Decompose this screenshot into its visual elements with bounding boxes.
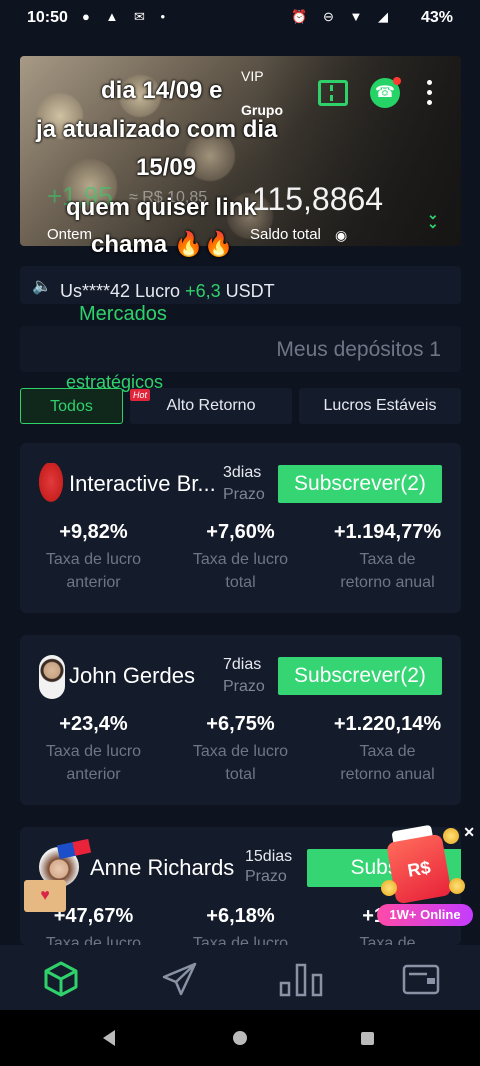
nav-home-cube-icon[interactable] (41, 959, 81, 999)
nav-chart-icon[interactable] (279, 959, 323, 999)
bottom-navigation (0, 945, 480, 1010)
notification-icons: ● ▲ ✉ • (82, 9, 171, 24)
my-deposits-label: Meus depósitos 1 (276, 338, 441, 361)
my-deposits-bar[interactable]: Meus depósitos 1 (20, 326, 461, 372)
nav-send-icon[interactable] (160, 959, 200, 999)
ticker-currency: USDT (225, 281, 275, 301)
stat-annual-return: +1.220,14% Taxa de retorno anual (333, 713, 442, 783)
yesterday-label: Ontem (47, 226, 93, 243)
eye-icon[interactable]: ◉ (335, 227, 347, 244)
ticker-user: Us****42 Lucro (60, 281, 181, 301)
status-bar: 10:50 ● ▲ ✉ • ⏰ ⊖ ▼ ◢ 43% (0, 0, 480, 36)
vip-label: VIP (241, 68, 264, 84)
broker-logo-icon (37, 463, 65, 505)
overlay-caption-line-4: quem quiser link (66, 194, 257, 221)
ticker-amount: +6,3 (185, 281, 221, 301)
battery-level: 43% (420, 9, 453, 26)
close-icon[interactable]: ✕ (463, 824, 475, 841)
total-balance: 115,8864 (252, 181, 384, 217)
double-chevron-down-icon[interactable]: ⌄ ⌄ (427, 207, 439, 230)
ticket-icon[interactable] (318, 80, 348, 106)
coin-icon (443, 828, 459, 844)
promo-ticket-icon: R$ (386, 833, 452, 905)
strategy-days: 15dias (245, 848, 293, 865)
promo-sticker[interactable]: R$ 1W+ Online ✕ (375, 822, 475, 927)
stat-total-profit: +6,18% Taxa de lucro (192, 905, 289, 945)
tab-alto-retorno[interactable]: Alto Retorno (130, 388, 292, 424)
strategy-card[interactable]: Interactive Br... 3dias Prazo Subscrever… (20, 443, 461, 613)
stat-total-profit: +7,60% Taxa de lucro total (192, 521, 289, 591)
profit-ticker: 🔈 Us****42 Lucro +6,3 USDT (20, 266, 461, 304)
subscribe-button[interactable]: Subscrever(2) (278, 657, 442, 695)
recents-icon[interactable] (361, 1032, 374, 1045)
overlay-caption-line-1: dia 14/09 e (101, 77, 223, 104)
stat-annual-return: +1.194,77% Taxa de retorno anual (333, 521, 442, 591)
strategy-prazo: Prazo (223, 486, 265, 503)
android-navigation-bar (0, 1010, 480, 1066)
section-title-mercados: Mercados (79, 303, 167, 325)
whatsapp-icon[interactable]: ☎ (370, 77, 401, 108)
back-icon[interactable] (103, 1030, 115, 1046)
balance-label: Saldo total (250, 226, 321, 243)
system-icons: ⏰ ⊖ ▼ ◢ (291, 9, 394, 24)
coin-icon (449, 878, 465, 894)
more-options-icon[interactable] (424, 80, 434, 108)
strategy-prazo: Prazo (245, 868, 287, 885)
status-time: 10:50 (27, 9, 68, 26)
overlay-caption-line-5: chama 🔥🔥 (91, 231, 234, 258)
strategy-name: Anne Richards (90, 855, 235, 880)
strategy-prazo: Prazo (223, 678, 265, 695)
tab-lucros-estaveis[interactable]: Lucros Estáveis (299, 388, 461, 424)
tab-todos[interactable]: Todos (20, 388, 123, 424)
notification-dot (393, 77, 401, 85)
stat-previous-profit: +9,82% Taxa de lucro anterior (45, 521, 142, 591)
overlay-caption-line-2: ja atualizado com dia (36, 116, 278, 143)
strategy-name: Interactive Br... (69, 471, 216, 496)
ticker-text: Us****42 Lucro +6,3 USDT (60, 281, 275, 302)
strategy-days: 7dias (223, 656, 262, 673)
nav-wallet-icon[interactable] (401, 959, 441, 999)
strategy-name: John Gerdes (69, 663, 195, 688)
avatar (39, 655, 65, 699)
strategy-card[interactable]: John Gerdes 7dias Prazo Subscrever(2) +2… (20, 635, 461, 805)
stat-total-profit: +6,75% Taxa de lucro total (192, 713, 289, 783)
speaker-icon: 🔈 (32, 278, 52, 295)
subscribe-button[interactable]: Subscrever(2) (278, 465, 442, 503)
online-badge: 1W+ Online (377, 904, 473, 926)
strategy-days: 3dias (223, 464, 262, 481)
stat-previous-profit: +23,4% Taxa de lucro anterior (45, 713, 142, 783)
coin-icon (381, 880, 397, 896)
hot-badge: Hot (130, 389, 151, 401)
overlay-caption-line-3: 15/09 (136, 154, 197, 181)
home-icon[interactable] (233, 1031, 247, 1045)
gift-box-icon: ♥ (24, 880, 66, 912)
